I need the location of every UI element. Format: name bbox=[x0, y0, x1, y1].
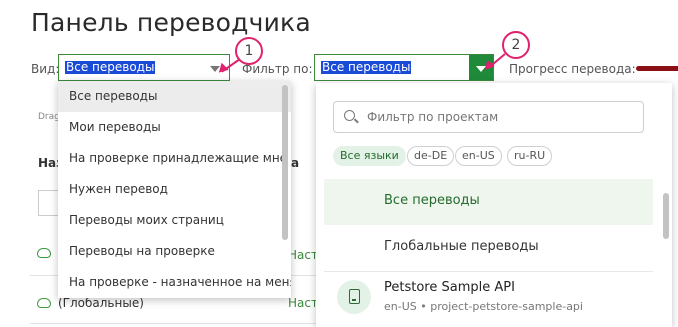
language-chip-de-de[interactable]: de-DE bbox=[407, 146, 455, 166]
menu-item-my-translations[interactable]: Мои переводы bbox=[58, 112, 291, 143]
column-header-second: а bbox=[291, 156, 300, 170]
language-chip-en-us[interactable]: en-US bbox=[455, 146, 502, 166]
document-icon bbox=[349, 289, 360, 304]
menu-item-all-translations[interactable]: Все переводы bbox=[58, 81, 291, 112]
cloud-icon bbox=[37, 298, 51, 308]
search-icon bbox=[344, 110, 355, 121]
view-dropdown-menu: Все переводы Мои переводы На проверке пр… bbox=[58, 81, 291, 298]
menu-scrollbar[interactable] bbox=[282, 85, 288, 240]
filter-cell bbox=[38, 190, 60, 216]
language-chip-ru-ru[interactable]: ru-RU bbox=[507, 146, 553, 166]
filter-dropdown-menu: Фильтр по проектам Все языки de-DE en-US… bbox=[316, 83, 672, 327]
option-label: Все переводы bbox=[384, 193, 480, 208]
menu-item-in-review[interactable]: Переводы на проверке bbox=[58, 236, 291, 267]
drag-hint: Drag bbox=[38, 112, 60, 122]
view-label: Вид: bbox=[31, 62, 60, 76]
callout-badge-1: 1 bbox=[235, 37, 263, 65]
page-title: Панель переводчика bbox=[31, 8, 311, 37]
view-select-value: Все переводы bbox=[65, 60, 156, 74]
cloud-icon bbox=[37, 248, 51, 258]
menu-item-assigned-review[interactable]: На проверке - назначенное на меня bbox=[58, 267, 291, 298]
callout-badge-2: 2 bbox=[502, 31, 530, 59]
language-chip-all[interactable]: Все языки bbox=[333, 146, 406, 166]
global-row-label: (Глобальные) bbox=[58, 296, 144, 310]
menu-item-needs-translation[interactable]: Нужен перевод bbox=[58, 174, 291, 205]
filter-option-global[interactable]: Глобальные переводы bbox=[324, 225, 653, 271]
filter-option-project[interactable]: Petstore Sample API en-US • project-pets… bbox=[324, 273, 653, 325]
menu-item-my-page-translations[interactable]: Переводы моих страниц bbox=[58, 205, 291, 236]
progress-label: Прогресс перевода: bbox=[509, 62, 636, 76]
view-select[interactable]: Все переводы bbox=[58, 54, 230, 81]
project-subtitle: en-US • project-petstore-sample-api bbox=[384, 300, 583, 313]
project-icon bbox=[337, 280, 371, 314]
project-name: Petstore Sample API bbox=[384, 280, 515, 295]
translation-progress-bar bbox=[636, 66, 678, 71]
option-divider bbox=[324, 271, 653, 272]
menu-item-in-review-owned[interactable]: На проверке принадлежащие мне bbox=[58, 143, 291, 174]
filter-select[interactable]: Все переводы bbox=[314, 54, 494, 81]
option-label: Глобальные переводы bbox=[384, 239, 539, 254]
filter-option-all[interactable]: Все переводы bbox=[324, 179, 653, 225]
search-placeholder: Фильтр по проектам bbox=[367, 110, 499, 124]
filter-select-value: Все переводы bbox=[321, 60, 412, 74]
project-search-input[interactable]: Фильтр по проектам bbox=[333, 101, 644, 133]
row-divider bbox=[30, 323, 320, 324]
menu-scrollbar[interactable] bbox=[663, 193, 669, 239]
